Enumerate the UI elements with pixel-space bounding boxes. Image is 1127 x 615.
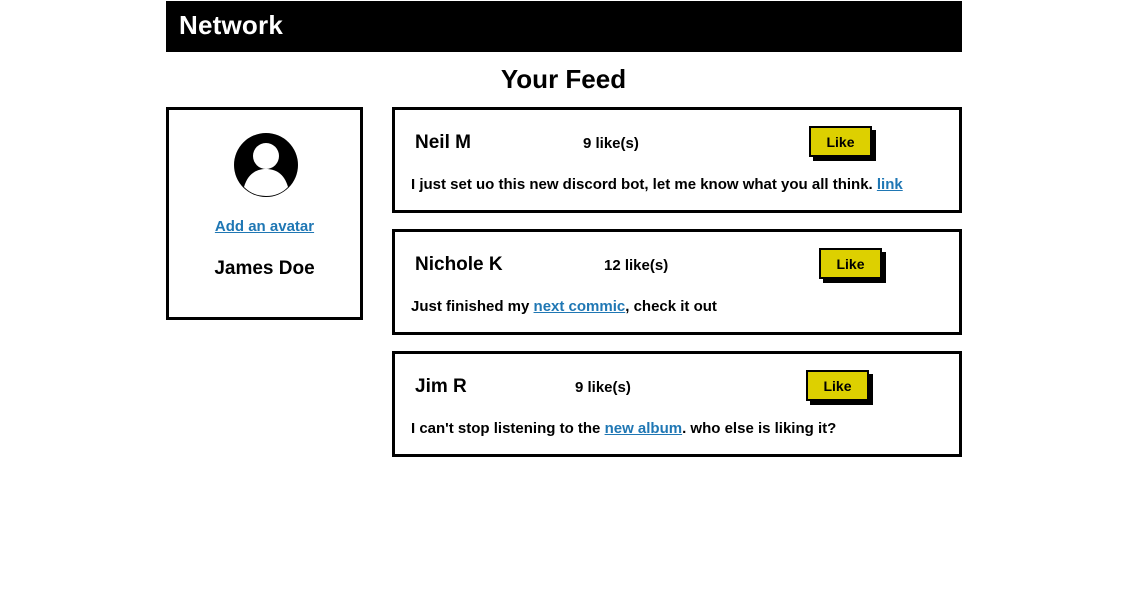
profile-card: Add an avatar James Doe (166, 107, 363, 320)
top-navigation-bar: Network (166, 1, 962, 52)
like-button[interactable]: Like (809, 126, 872, 157)
post-author: Jim R (415, 376, 467, 397)
post-link[interactable]: next commic (534, 298, 626, 315)
post-body: Just finished my next commic, check it o… (411, 298, 717, 315)
post-body-text: I can't stop listening to the (411, 420, 601, 437)
post-body-text-end: . who else is liking it? (682, 420, 837, 437)
brand-logo-text[interactable]: Network (179, 10, 283, 41)
profile-name: James Doe (214, 258, 315, 279)
user-avatar-icon (232, 131, 300, 199)
post-author: Neil M (415, 132, 471, 153)
post-body-text: I just set uo this new discord bot, let … (411, 176, 873, 193)
page-title: Your Feed (500, 64, 627, 94)
post-like-count: 9 like(s) (583, 135, 639, 152)
like-button[interactable]: Like (819, 248, 882, 279)
post-like-count: 12 like(s) (604, 257, 669, 274)
post-like-count: 9 like(s) (575, 379, 631, 396)
add-avatar-link[interactable]: Add an avatar (169, 218, 360, 235)
post-author: Nichole K (415, 254, 503, 275)
feed-post: Neil M 9 like(s) Like I just set uo this… (392, 107, 962, 213)
post-body-text: Just finished my (411, 298, 530, 315)
feed-post: Nichole K 12 like(s) Like Just finished … (392, 229, 962, 335)
feed-post: Jim R 9 like(s) Like I can't stop listen… (392, 351, 962, 457)
post-body: I just set uo this new discord bot, let … (411, 176, 903, 193)
post-link[interactable]: new album (605, 420, 683, 437)
post-body: I can't stop listening to the new album.… (411, 420, 836, 437)
post-body-text-end: , check it out (625, 298, 717, 315)
like-button[interactable]: Like (806, 370, 869, 401)
post-link[interactable]: link (877, 176, 903, 193)
